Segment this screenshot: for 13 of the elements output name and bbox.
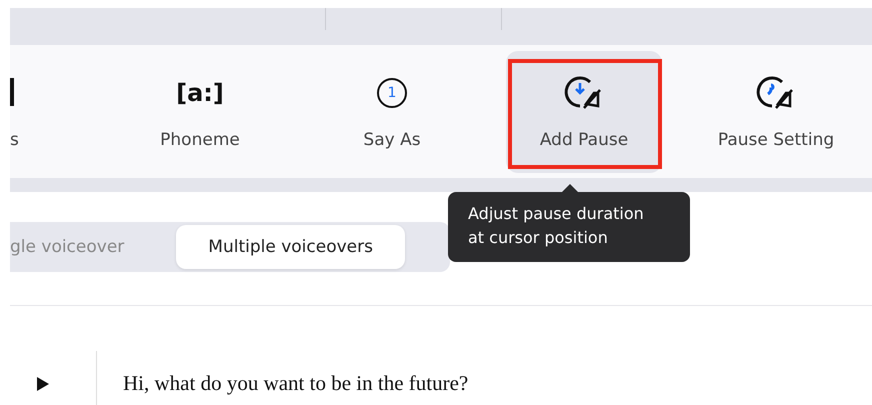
tooltip: Adjust pause duration at cursor position [448,192,690,262]
voiceover-tab[interactable]: Multiple voiceovers [176,225,405,269]
tool-button[interactable]: 1 Say As [314,50,470,172]
say-as-icon: 1 [377,78,407,108]
tool-button[interactable]: [a:] Phoneme [122,50,278,172]
tool-button[interactable]: Add Pause [506,50,662,172]
phoneme-icon: [a:] [176,74,224,112]
play-icon[interactable] [36,376,50,392]
tool-label[interactable]: s [10,130,20,150]
pause-insert-icon [564,74,604,112]
script-line: Hi, what do you want to be in the future? [123,371,468,396]
tool-button[interactable]: Pause Setting [698,50,854,172]
pause-setting-icon [756,74,796,112]
